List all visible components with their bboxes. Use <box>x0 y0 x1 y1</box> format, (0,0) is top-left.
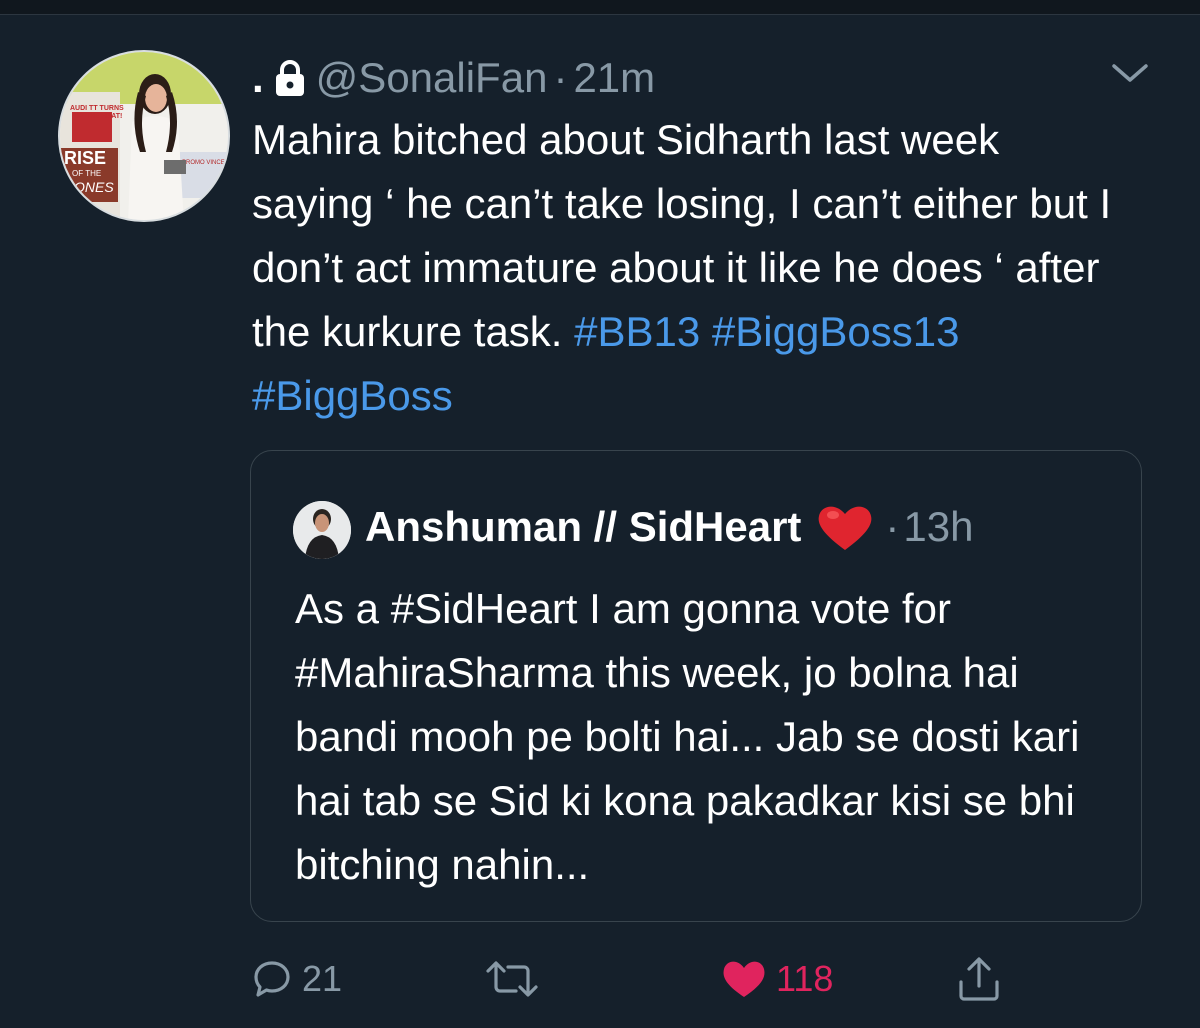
quoted-display-name[interactable]: Anshuman // SidHeart <box>365 503 801 551</box>
reply-icon <box>254 961 290 997</box>
hashtag-link[interactable]: #BB13 <box>574 308 700 355</box>
avatar-cover-small-2: UP THE HEAT! <box>74 113 122 120</box>
reply-count: 21 <box>302 958 343 999</box>
hashtag-link[interactable]: #BiggBoss <box>252 372 453 419</box>
handle[interactable]: @SonaliFan <box>316 54 548 102</box>
tweet-text: Mahira bitched about Sidharth last week … <box>252 108 1132 428</box>
like-count: 118 <box>776 958 834 999</box>
red-heart-emoji-icon <box>817 502 873 552</box>
avatar[interactable]: AUDI TT TURNS UP THE HEAT! RISE OF THE O… <box>58 50 230 222</box>
quoted-header-separator: · <box>885 503 900 550</box>
share-icon <box>959 957 999 1001</box>
retweet-button[interactable] <box>484 944 550 1014</box>
top-divider <box>0 0 1200 15</box>
timestamp[interactable]: 21m <box>573 54 655 102</box>
reply-button[interactable]: 21 <box>252 944 342 1014</box>
avatar-image: AUDI TT TURNS UP THE HEAT! RISE OF THE O… <box>60 52 228 220</box>
hashtag-link[interactable]: #BiggBoss13 <box>712 308 960 355</box>
avatar-cover-subtitle: OF THE <box>72 169 101 178</box>
share-button[interactable] <box>956 944 1002 1014</box>
avatar-cover-title: RISE <box>64 148 106 168</box>
avatar-cover-badge: PROMO VINCE <box>182 160 225 166</box>
quoted-tweet-card[interactable]: Anshuman // SidHeart · 13h As a #SidHear… <box>250 450 1142 922</box>
retweet-icon <box>486 961 538 997</box>
quoted-tweet-text: As a #SidHeart I am gonna vote for #Mahi… <box>295 585 1080 888</box>
action-bar: 21 118 <box>0 944 1200 1014</box>
quoted-tweet-header: Anshuman // SidHeart · 13h <box>365 495 973 559</box>
avatar-cover-small-1: AUDI TT TURNS <box>70 105 124 112</box>
like-button[interactable]: 118 <box>722 944 833 1014</box>
tweet-header: . @SonaliFan · 21m <box>252 48 655 108</box>
quoted-timestamp: 13h <box>903 503 974 550</box>
quoted-avatar[interactable] <box>293 501 351 559</box>
avatar-cover-word: ONES <box>74 179 114 195</box>
header-separator: · <box>553 54 568 101</box>
chevron-down-icon[interactable] <box>1108 58 1152 88</box>
display-name[interactable]: . <box>252 54 264 102</box>
lock-icon <box>272 58 308 98</box>
heart-icon <box>723 961 765 997</box>
